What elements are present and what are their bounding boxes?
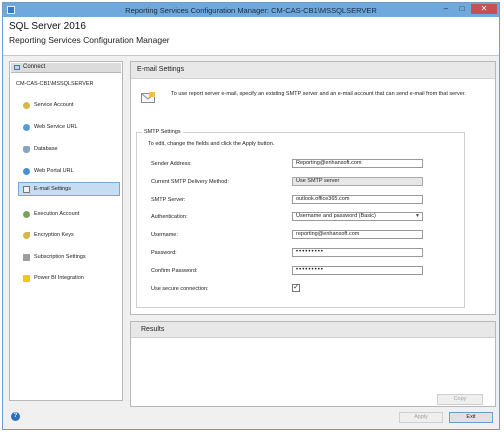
- authentication-label: Authentication:: [151, 214, 188, 220]
- edit-hint: To edit, change the fields and click the…: [148, 141, 275, 147]
- key-icon: [23, 232, 30, 239]
- web-portal-icon: [23, 168, 30, 175]
- sidebar-item-label: Execution Account: [34, 211, 80, 217]
- help-icon[interactable]: ?: [11, 412, 20, 421]
- username-label: Username:: [151, 232, 178, 238]
- window-title: Reporting Services Configuration Manager…: [125, 6, 377, 15]
- smtp-settings-group: SMTP Settings To edit, change the fields…: [136, 129, 465, 308]
- results-heading-bar: Results: [131, 322, 495, 338]
- secure-connection-label: Use secure connection:: [151, 286, 209, 292]
- service-account-icon: [23, 102, 30, 109]
- smtp-server-label: SMTP Server:: [151, 197, 186, 203]
- sidebar-item-label: Web Service URL: [34, 124, 78, 130]
- results-panel: Results Copy: [130, 321, 496, 407]
- sidebar-item-service-account[interactable]: Service Account: [18, 98, 120, 112]
- product-name: SQL Server 2016: [9, 21, 86, 32]
- panel-heading-bar: E-mail Settings: [131, 62, 495, 79]
- sidebar-item-label: Encryption Keys: [34, 232, 74, 238]
- execution-account-icon: [23, 211, 30, 218]
- close-button[interactable]: ✕: [471, 4, 497, 14]
- title-bar[interactable]: Reporting Services Configuration Manager…: [3, 3, 499, 17]
- web-service-icon: [23, 124, 30, 131]
- confirm-password-label: Confirm Password:: [151, 268, 198, 274]
- exit-button[interactable]: Exit: [449, 412, 493, 423]
- sidebar-item-database[interactable]: Database: [18, 142, 120, 156]
- authentication-value: Username and password (Basic): [296, 213, 376, 219]
- email-settings-panel: E-mail Settings To use report server e-m…: [130, 61, 496, 315]
- apply-button[interactable]: Apply: [399, 412, 443, 423]
- page-title: E-mail Settings: [137, 66, 185, 73]
- sidebar-item-label: Service Account: [34, 102, 74, 108]
- password-label: Password:: [151, 250, 177, 256]
- delivery-method-value: Use SMTP server: [292, 177, 423, 186]
- sidebar-item-label: E-mail Settings: [34, 186, 71, 192]
- secure-connection-checkbox[interactable]: ✓: [292, 284, 300, 292]
- delivery-method-label: Current SMTP Delivery Method:: [151, 179, 229, 185]
- sidebar-item-execution-account[interactable]: Execution Account: [18, 207, 120, 221]
- authentication-select[interactable]: Username and password (Basic) ▼: [292, 212, 423, 221]
- powerbi-icon: [23, 275, 30, 282]
- server-instance-label: CM-CAS-CB1\MSSQLSERVER: [16, 81, 94, 87]
- smtp-server-input[interactable]: outlook.office365.com: [292, 195, 423, 204]
- group-title: SMTP Settings: [142, 129, 183, 135]
- minimize-button[interactable]: –: [439, 4, 453, 14]
- sidebar-item-web-portal-url[interactable]: Web Portal URL: [18, 164, 120, 178]
- envelope-icon: [141, 92, 155, 103]
- sidebar-item-web-service-url[interactable]: Web Service URL: [18, 120, 120, 134]
- maximize-button[interactable]: □: [455, 4, 469, 14]
- sidebar-item-email-settings[interactable]: E-mail Settings: [18, 182, 120, 196]
- connect-button[interactable]: Connect: [11, 63, 121, 73]
- intro-text: To use report server e-mail, specify an …: [171, 91, 466, 97]
- copy-button[interactable]: Copy: [437, 394, 483, 405]
- confirm-password-input[interactable]: •••••••••: [292, 266, 423, 275]
- email-icon: [23, 186, 30, 193]
- password-input[interactable]: •••••••••: [292, 248, 423, 257]
- sidebar: Connect CM-CAS-CB1\MSSQLSERVER Service A…: [9, 61, 123, 401]
- subscription-icon: [23, 254, 30, 261]
- username-input[interactable]: reporting@enhansoft.com: [292, 230, 423, 239]
- sidebar-item-power-bi-integration[interactable]: Power BI Integration: [18, 271, 120, 285]
- results-heading: Results: [141, 326, 165, 333]
- sidebar-item-label: Power BI Integration: [34, 275, 84, 281]
- product-subtitle: Reporting Services Configuration Manager: [9, 35, 170, 45]
- sender-address-input[interactable]: Reporting@enhansoft.com: [292, 159, 423, 168]
- chevron-down-icon[interactable]: ▼: [415, 213, 420, 220]
- sidebar-item-subscription-settings[interactable]: Subscription Settings: [18, 250, 120, 264]
- header-banner: SQL Server 2016 Reporting Services Confi…: [3, 17, 499, 56]
- connect-label: Connect: [23, 64, 46, 70]
- connect-icon: [14, 65, 20, 70]
- config-manager-window: Reporting Services Configuration Manager…: [2, 2, 500, 430]
- sidebar-item-label: Web Portal URL: [34, 168, 74, 174]
- sidebar-item-label: Subscription Settings: [34, 254, 86, 260]
- sidebar-item-encryption-keys[interactable]: Encryption Keys: [18, 228, 120, 242]
- database-icon: [23, 146, 30, 153]
- sender-address-label: Sender Address:: [151, 161, 192, 167]
- sidebar-item-label: Database: [34, 146, 58, 152]
